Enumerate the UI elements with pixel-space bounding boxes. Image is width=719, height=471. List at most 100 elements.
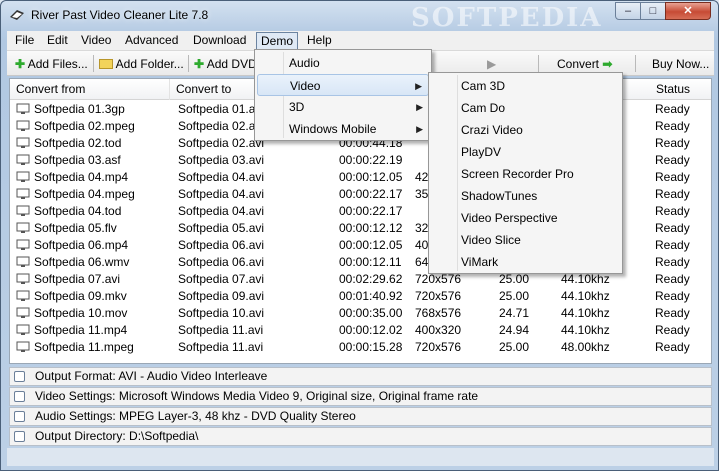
buy-now-button[interactable]: Buy Now... <box>652 55 709 73</box>
audio-settings-panel[interactable]: Audio Settings: MPEG Layer-3, 48 khz - D… <box>9 407 712 426</box>
monitor-icon <box>16 290 30 301</box>
play-icon[interactable]: ▶ <box>487 55 496 73</box>
column-header-convert-from[interactable]: Convert from <box>10 79 170 100</box>
convert-label: Convert <box>557 57 600 71</box>
cell-status: Ready <box>655 306 690 320</box>
audio-settings-text: Audio Settings: MPEG Layer-3, 48 khz - D… <box>35 409 356 423</box>
video-settings-panel[interactable]: Video Settings: Microsoft Windows Media … <box>9 387 712 406</box>
cell-convert-from: Softpedia 07.avi <box>34 272 121 286</box>
monitor-icon <box>16 273 30 284</box>
menu-edit[interactable]: Edit <box>43 32 72 50</box>
demo-menu-label: Audio <box>289 56 320 70</box>
arrow-right-icon: ➡ <box>602 57 613 71</box>
cell-frame-size: 32 <box>415 221 429 235</box>
video-submenu-item[interactable]: Cam 3D <box>431 75 620 97</box>
folder-icon <box>99 59 113 69</box>
cell-convert-to: Softpedia 07.avi <box>178 272 265 286</box>
monitor-icon <box>16 154 30 165</box>
table-row[interactable]: Softpedia 09.mkv Softpedia 09.avi 00:01:40… <box>10 288 711 305</box>
output-directory-panel[interactable]: Output Directory: D:\Softpedia\ <box>9 427 712 446</box>
cell-duration: 00:00:12.12 <box>339 221 403 235</box>
cell-frame-size: 42 <box>415 170 429 184</box>
cell-duration: 00:01:40.92 <box>339 289 403 303</box>
video-submenu-item[interactable]: Screen Recorder Pro <box>431 163 620 185</box>
monitor-icon <box>16 171 30 182</box>
demo-menu-item-windows-mobile[interactable]: Windows Mobile ▶ <box>257 118 429 140</box>
submenu-arrow-icon: ▶ <box>415 81 422 91</box>
video-submenu-label: PlayDV <box>461 145 502 159</box>
column-header-status[interactable]: Status <box>650 79 711 100</box>
menu-help[interactable]: Help <box>303 32 336 50</box>
cell-convert-to: Softpedia 01.avi <box>178 102 265 116</box>
video-submenu-item[interactable]: Video Slice <box>431 229 620 251</box>
expand-arrow-icon[interactable] <box>14 431 25 442</box>
cell-convert-to: Softpedia 03.avi <box>178 153 265 167</box>
output-format-panel[interactable]: Output Format: AVI - Audio Video Interle… <box>9 367 712 386</box>
status-bar <box>7 448 714 466</box>
close-button[interactable]: ✕ <box>665 2 711 20</box>
toolbar-separator <box>538 55 539 72</box>
menu-advanced[interactable]: Advanced <box>121 32 182 50</box>
cell-status: Ready <box>655 119 690 133</box>
toolbar-separator <box>93 55 94 72</box>
cell-status: Ready <box>655 102 690 116</box>
cell-duration: 00:00:12.11 <box>339 255 402 269</box>
cell-frame-rate: 25.00 <box>499 340 530 354</box>
cell-status: Ready <box>655 204 690 218</box>
table-row[interactable]: Softpedia 11.mp4 Softpedia 11.avi 00:00:12… <box>10 322 711 339</box>
maximize-button[interactable]: □ <box>640 2 666 20</box>
monitor-icon <box>16 222 30 233</box>
cell-convert-from: Softpedia 09.mkv <box>34 289 127 303</box>
video-submenu-label: Screen Recorder Pro <box>461 167 574 181</box>
add-folder-label: Add Folder... <box>115 57 184 71</box>
expand-arrow-icon[interactable] <box>14 371 25 382</box>
video-submenu-item[interactable]: Video Perspective <box>431 207 620 229</box>
cell-convert-to: Softpedia 11.avi <box>178 323 264 337</box>
expand-arrow-icon[interactable] <box>14 391 25 402</box>
cell-convert-to: Softpedia 06.avi <box>178 238 265 252</box>
demo-menu: Audio Video ▶ 3D ▶ Windows Mobile ▶ <box>254 49 432 141</box>
monitor-icon <box>16 188 30 199</box>
cell-convert-from: Softpedia 03.asf <box>34 153 121 167</box>
menu-video[interactable]: Video <box>77 32 115 50</box>
video-submenu-label: Video Slice <box>461 233 521 247</box>
demo-menu-item-video[interactable]: Video ▶ <box>257 74 429 96</box>
table-row[interactable]: Softpedia 10.mov Softpedia 10.avi 00:00:35… <box>10 305 711 322</box>
convert-button[interactable]: Convert ➡ <box>557 55 612 73</box>
cell-status: Ready <box>655 187 690 201</box>
monitor-icon <box>16 324 30 335</box>
expand-arrow-icon[interactable] <box>14 411 25 422</box>
cell-frame-size: 400x320 <box>415 323 462 337</box>
demo-menu-label: Windows Mobile <box>289 122 377 136</box>
video-submenu-item[interactable]: PlayDV <box>431 141 620 163</box>
menu-bar: File Edit Video Advanced Download Demo H… <box>7 31 714 51</box>
app-logo-icon <box>10 10 24 20</box>
menu-file[interactable]: File <box>11 32 38 50</box>
video-submenu: Cam 3D Cam Do Crazi Video PlayDV Screen Reco… <box>428 72 623 274</box>
demo-menu-label: 3D <box>289 100 305 114</box>
cell-convert-from: Softpedia 01.3gp <box>34 102 125 116</box>
menu-demo[interactable]: Demo <box>256 32 299 50</box>
minimize-button[interactable]: – <box>615 2 641 20</box>
add-files-button[interactable]: ✚ Add Files... <box>15 55 88 73</box>
add-folder-button[interactable]: Add Folder... <box>99 55 184 73</box>
video-submenu-item[interactable]: Cam Do <box>431 97 620 119</box>
submenu-arrow-icon: ▶ <box>416 102 423 112</box>
video-submenu-item[interactable]: ShadowTunes <box>431 185 620 207</box>
menu-download[interactable]: Download <box>189 32 250 50</box>
plus-icon: ✚ <box>15 57 26 71</box>
monitor-icon <box>16 307 30 318</box>
cell-duration: 00:00:22.17 <box>339 187 403 201</box>
cell-duration: 00:00:35.00 <box>339 306 403 320</box>
buy-now-label: Buy Now... <box>652 57 710 71</box>
monitor-icon <box>16 103 30 114</box>
demo-menu-item-3d[interactable]: 3D ▶ <box>257 96 429 118</box>
cell-convert-to: Softpedia 05.avi <box>178 221 265 235</box>
monitor-icon <box>16 137 30 148</box>
video-submenu-item[interactable]: Crazi Video <box>431 119 620 141</box>
table-row[interactable]: Softpedia 11.mpeg Softpedia 11.avi 00:00:1… <box>10 339 711 356</box>
demo-menu-item-audio[interactable]: Audio <box>257 52 429 74</box>
monitor-icon <box>16 120 30 131</box>
cell-audio-rate: 44.10khz <box>561 306 610 320</box>
video-submenu-item[interactable]: ViMark <box>431 251 620 273</box>
